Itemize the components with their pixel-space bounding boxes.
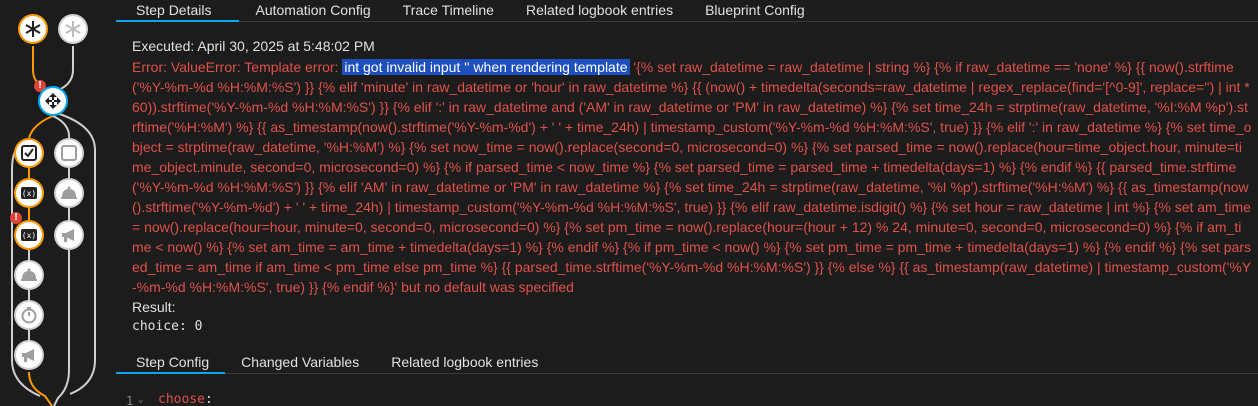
code-line: choose: xyxy=(158,392,213,406)
choose-node[interactable] xyxy=(38,86,68,116)
error-message: Error: ValueError: Template error: int g… xyxy=(132,57,1252,297)
trigger-node-2[interactable] xyxy=(58,14,88,44)
editor-gutter: 1 ⌄ xyxy=(116,374,156,406)
megaphone-icon xyxy=(16,342,42,368)
trace-panel: Step Details Automation Config Trace Tim… xyxy=(116,0,1258,406)
asterisk-icon xyxy=(20,16,46,42)
condition-node-2[interactable] xyxy=(54,138,84,168)
asterisk-icon xyxy=(60,16,86,42)
checkbox-checked-icon xyxy=(16,140,42,166)
executed-timestamp: Executed: April 30, 2025 at 5:48:02 PM xyxy=(132,38,375,54)
megaphone-icon xyxy=(56,222,82,248)
code-colon: : xyxy=(204,392,213,406)
tab-step-details[interactable]: Step Details xyxy=(116,0,240,22)
variable-icon: (x) xyxy=(16,222,42,248)
condition-node[interactable] xyxy=(14,138,44,168)
tab-automation-config[interactable]: Automation Config xyxy=(239,0,386,22)
yaml-editor[interactable]: 1 ⌄ choose: xyxy=(116,374,1258,406)
svg-text:(x): (x) xyxy=(22,189,36,198)
fold-chevron-icon[interactable]: ⌄ xyxy=(138,395,143,405)
service-node-1[interactable] xyxy=(14,260,44,290)
tab-changed-variables[interactable]: Changed Variables xyxy=(225,352,375,374)
top-tab-bar: Step Details Automation Config Trace Tim… xyxy=(116,0,1258,22)
result-value: choice: 0 xyxy=(132,319,203,334)
bottom-tab-bar: Step Config Changed Variables Related lo… xyxy=(116,352,1258,374)
variables-node-1[interactable]: (x) xyxy=(14,178,44,208)
variable-icon: (x) xyxy=(16,180,42,206)
error-highlight: int got invalid input '' when rendering … xyxy=(342,59,630,75)
trace-graph: ! (x) ! (x) xyxy=(0,0,112,406)
error-template: '{% set raw_datetime = raw_datetime | st… xyxy=(132,59,1252,295)
tab-step-config[interactable]: Step Config xyxy=(116,352,226,374)
notify-node-2[interactable] xyxy=(54,220,84,250)
service-node-2[interactable] xyxy=(54,178,84,208)
variables-node-2[interactable]: (x) xyxy=(14,220,44,250)
timer-icon xyxy=(16,302,42,328)
step-details-content: Executed: April 30, 2025 at 5:48:02 PM E… xyxy=(132,38,1252,337)
tab-related-logbook-bottom[interactable]: Related logbook entries xyxy=(375,352,554,374)
tab-trace-timeline[interactable]: Trace Timeline xyxy=(387,0,510,22)
tab-related-logbook[interactable]: Related logbook entries xyxy=(510,0,689,22)
code-key: choose xyxy=(158,392,205,406)
svg-text:(x): (x) xyxy=(22,231,36,240)
delay-node[interactable] xyxy=(14,300,44,330)
shuffle-icon xyxy=(40,88,66,114)
bell-icon xyxy=(56,180,82,206)
line-number: 1 xyxy=(126,394,134,406)
error-prefix: Error: ValueError: Template error: xyxy=(132,59,343,75)
result-label: Result: xyxy=(132,299,176,315)
checkbox-empty-icon xyxy=(56,140,82,166)
notify-node-1[interactable] xyxy=(14,340,44,370)
bell-icon xyxy=(16,262,42,288)
trigger-node-1[interactable] xyxy=(18,14,48,44)
tab-blueprint-config[interactable]: Blueprint Config xyxy=(689,0,821,22)
